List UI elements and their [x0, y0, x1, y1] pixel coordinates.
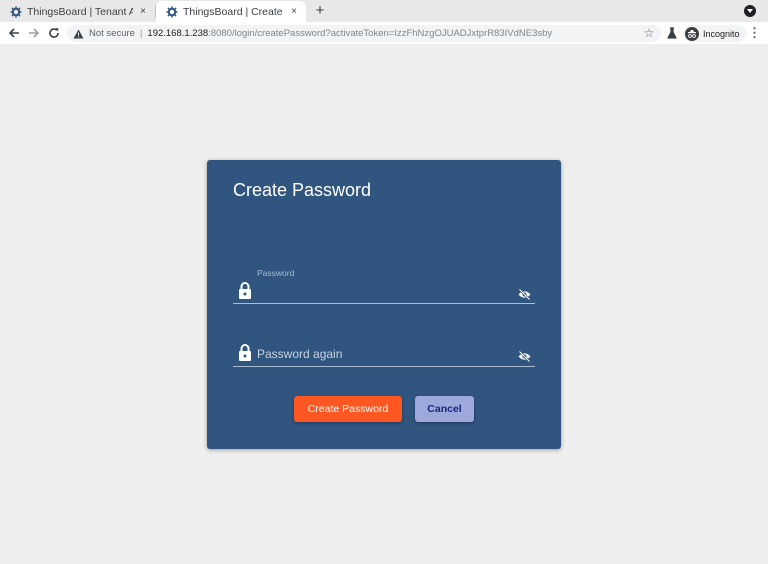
tab-create-password[interactable]: ThingsBoard | Create Pa × [156, 1, 306, 22]
cancel-button[interactable]: Cancel [415, 396, 474, 422]
address-bar[interactable]: Not secure | 192.168.1.238:8080/login/cr… [67, 25, 661, 42]
incognito-label: Incognito [703, 28, 740, 39]
password-again-field[interactable]: Password again [233, 340, 535, 367]
thingsboard-gear-icon [10, 6, 22, 18]
forward-icon[interactable] [25, 24, 43, 42]
tab-tenant-admin[interactable]: ThingsBoard | Tenant Ad × [0, 1, 155, 22]
warning-triangle-icon[interactable] [73, 28, 84, 39]
url-path: :8080/login/createPassword?activateToken… [208, 28, 553, 39]
incognito-icon [685, 26, 699, 41]
password-again-underline [233, 366, 535, 367]
tab-close-icon[interactable]: × [137, 6, 149, 17]
browser-toolbar: Not secure | 192.168.1.238:8080/login/cr… [0, 22, 768, 44]
tab-close-icon[interactable]: × [288, 6, 300, 17]
password-input[interactable] [257, 284, 507, 300]
tab-title: ThingsBoard | Tenant Ad [27, 5, 133, 18]
password-underline [233, 303, 535, 304]
password-label: Password [257, 268, 295, 278]
thingsboard-gear-icon [166, 6, 178, 18]
tab-title: ThingsBoard | Create Pa [183, 5, 284, 18]
flask-icon[interactable] [665, 26, 679, 40]
incognito-indicator[interactable]: Incognito [683, 25, 746, 42]
create-password-card: Create Password Password Password again … [207, 160, 561, 449]
kebab-menu-icon[interactable]: ⋮ [748, 25, 761, 41]
eye-off-icon[interactable] [518, 349, 531, 363]
address-separator: | [139, 28, 143, 39]
password-again-input[interactable] [257, 346, 507, 362]
password-field[interactable]: Password [233, 266, 535, 304]
new-tab-button[interactable]: + [312, 2, 328, 20]
create-password-button[interactable]: Create Password [294, 396, 402, 422]
lock-icon [238, 282, 252, 299]
lock-icon [238, 344, 252, 361]
tab-search-icon[interactable] [744, 5, 756, 17]
security-status: Not secure [89, 28, 135, 39]
eye-off-icon[interactable] [518, 287, 531, 301]
url-text: 192.168.1.238:8080/login/createPassword?… [147, 28, 552, 39]
back-icon[interactable] [5, 24, 23, 42]
page-title: Create Password [233, 180, 372, 200]
star-icon[interactable]: ☆ [642, 25, 656, 41]
reload-icon[interactable] [45, 24, 63, 42]
tab-strip: ThingsBoard | Tenant Ad × ThingsBoard | … [0, 0, 768, 22]
url-host: 192.168.1.238 [147, 28, 209, 39]
